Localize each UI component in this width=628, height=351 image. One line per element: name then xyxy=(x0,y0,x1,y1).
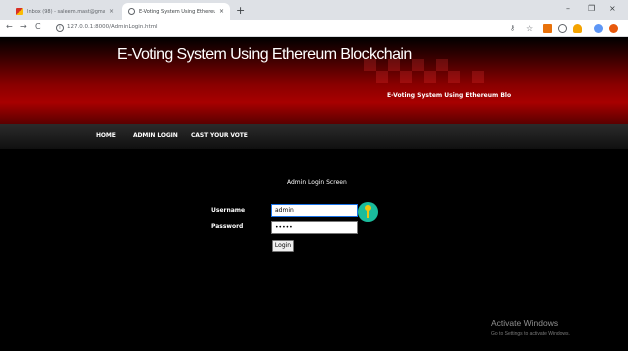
decor-square xyxy=(448,71,460,83)
site-subtitle: E-Voting System Using Ethereum Blo xyxy=(387,92,512,99)
minimize-icon[interactable]: – xyxy=(566,4,570,13)
reload-icon[interactable]: C xyxy=(35,22,41,31)
activate-windows-subtitle: Go to Settings to activate Windows. xyxy=(491,331,570,337)
password-input[interactable] xyxy=(271,221,358,234)
globe-icon xyxy=(128,8,135,15)
maximize-icon[interactable]: ❐ xyxy=(588,4,595,13)
gmail-icon xyxy=(16,8,23,15)
page-title: Admin Login Screen xyxy=(287,179,347,186)
extension-icon[interactable] xyxy=(573,24,582,33)
main-nav: HOME ADMIN LOGIN CAST YOUR VOTE xyxy=(0,124,628,149)
decor-square xyxy=(424,71,436,83)
address-bar[interactable]: 127.0.0.1:8000/AdminLogin.html xyxy=(67,24,158,30)
password-label: Password xyxy=(211,223,244,230)
back-icon[interactable]: ← xyxy=(6,22,13,31)
tab-evoting[interactable]: E-Voting System Using Ethereum × xyxy=(122,3,230,20)
decor-square xyxy=(436,59,448,71)
star-icon[interactable]: ☆ xyxy=(526,24,535,33)
decor-square xyxy=(472,71,484,83)
search-extension-icon[interactable] xyxy=(558,24,567,33)
tab-gmail[interactable]: Inbox (98) - saleem.mast@gmai × xyxy=(10,3,120,20)
nav-admin-login[interactable]: ADMIN LOGIN xyxy=(133,132,178,139)
activate-windows-title: Activate Windows xyxy=(491,318,559,328)
tab-close-icon[interactable]: × xyxy=(219,8,224,15)
close-window-icon[interactable]: × xyxy=(609,4,616,13)
password-manager-key-icon[interactable] xyxy=(358,202,378,222)
new-tab-button[interactable]: + xyxy=(236,4,245,17)
puzzle-icon[interactable] xyxy=(594,24,603,33)
tab-title: E-Voting System Using Ethereum xyxy=(139,8,215,15)
decor-square xyxy=(376,71,388,83)
login-button[interactable]: Login xyxy=(272,240,294,252)
site-header: E-Voting System Using Ethereum Blockchai… xyxy=(0,37,628,124)
browser-toolbar: ← → C i 127.0.0.1:8000/AdminLogin.html ⚷… xyxy=(0,20,628,37)
extension-icon[interactable] xyxy=(543,24,552,33)
username-label: Username xyxy=(211,207,246,214)
key-icon[interactable]: ⚷ xyxy=(510,24,519,33)
username-input[interactable] xyxy=(271,204,358,217)
site-info-icon[interactable]: i xyxy=(56,24,64,32)
page: E-Voting System Using Ethereum Blockchai… xyxy=(0,37,628,351)
forward-icon[interactable]: → xyxy=(20,22,27,31)
tab-title: Inbox (98) - saleem.mast@gmai xyxy=(27,8,105,15)
tab-close-icon[interactable]: × xyxy=(109,8,114,15)
decor-square xyxy=(400,71,412,83)
profile-avatar[interactable] xyxy=(609,24,618,33)
decor-square xyxy=(364,59,376,71)
decor-square xyxy=(388,59,400,71)
nav-home[interactable]: HOME xyxy=(96,132,116,139)
nav-cast-vote[interactable]: CAST YOUR VOTE xyxy=(191,132,248,139)
browser-tab-bar: Inbox (98) - saleem.mast@gmai × E-Voting… xyxy=(0,0,628,20)
decor-square xyxy=(412,59,424,71)
